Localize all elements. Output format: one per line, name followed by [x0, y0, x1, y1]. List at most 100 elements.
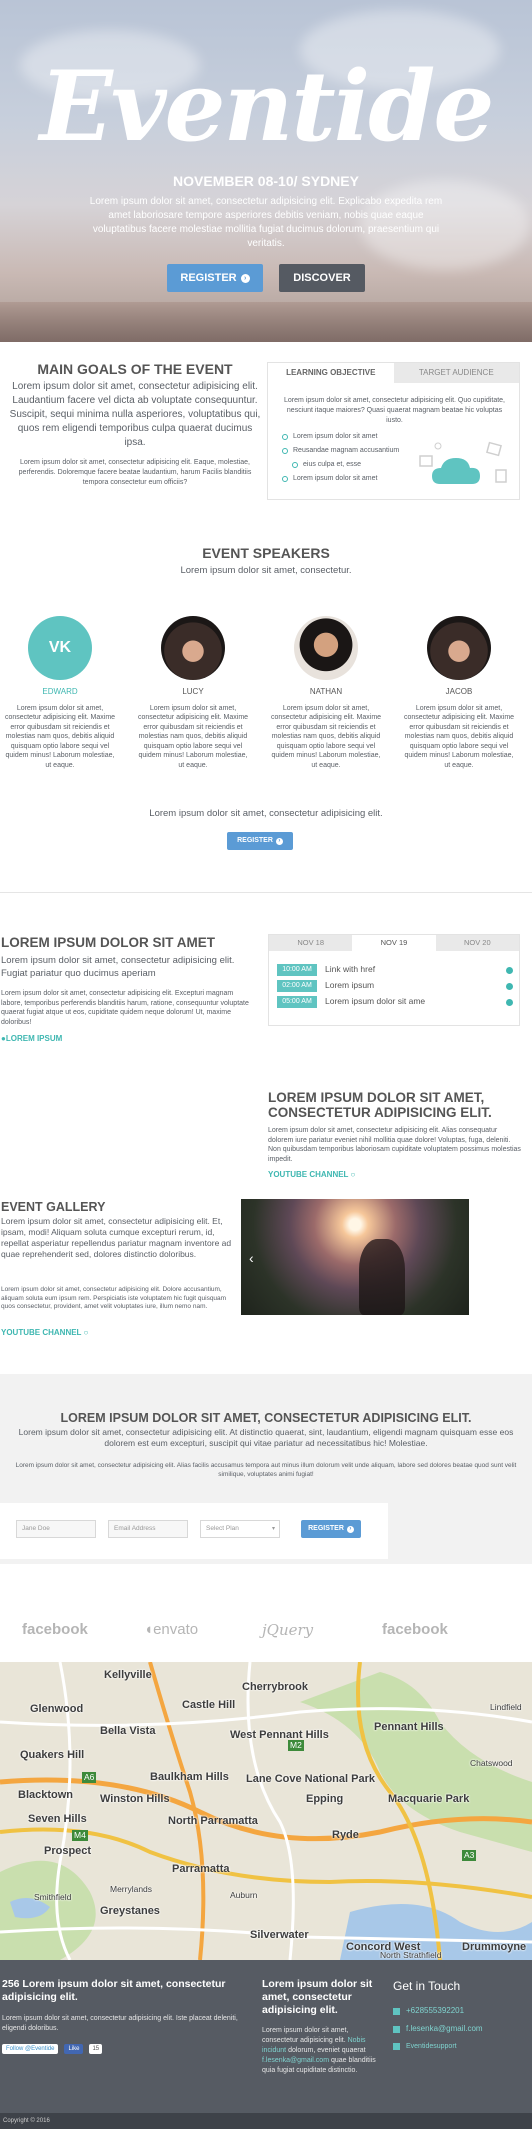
vk-icon: VK	[48, 639, 72, 657]
gallery-slider-image[interactable]: ‹	[241, 1199, 469, 1315]
hero-landscape	[0, 302, 532, 342]
gallery-lead: Lorem ipsum dolor sit amet, consectetur …	[1, 1216, 232, 1259]
envelope-icon	[393, 2025, 400, 2033]
cloud-illustration-icon	[419, 441, 507, 484]
map-label: Smithfield	[34, 1892, 72, 1902]
discover-button[interactable]: DISCOVER	[279, 264, 365, 292]
sponsor-logo[interactable]: ◖envato	[144, 1620, 198, 1640]
schedule-row[interactable]: 10:00 AM Link with href	[277, 963, 513, 977]
schedule-item-title: Lorem ipsum	[325, 980, 375, 991]
circle-bullet-icon	[292, 462, 298, 468]
circle-bullet-icon	[282, 476, 288, 482]
twitter-follow-button[interactable]: Follow @Eventide	[2, 2044, 59, 2055]
youtube-link-label: YOUTUBE CHANNEL	[268, 1170, 349, 1179]
speaker-card[interactable]: JACOB Lorem ipsum dolor sit amet, consec…	[399, 616, 519, 770]
tab-target-audience[interactable]: TARGET AUDIENCE	[393, 363, 519, 383]
location-map[interactable]: Kellyville Cherrybrook Castle Hill Glenw…	[0, 1662, 532, 1960]
speaker-card[interactable]: VK EDWARD Lorem ipsum dolor sit amet, co…	[0, 616, 120, 770]
register-label: REGISTER	[237, 837, 273, 845]
gallery-title: EVENT GALLERY	[1, 1200, 106, 1214]
plan-select[interactable]: Select Plan ▾	[200, 1520, 280, 1538]
map-label: Winston Hills	[100, 1793, 170, 1805]
contact-phone[interactable]: +628555392201	[393, 2006, 464, 2017]
map-label: Quakers Hill	[20, 1749, 85, 1761]
map-label: Epping	[306, 1793, 344, 1805]
speaker-bio: Lorem ipsum dolor sit amet, consectetur …	[270, 704, 382, 769]
speaker-bio: Lorem ipsum dolor sit amet, consectetur …	[4, 704, 116, 769]
road-badge: M2	[288, 1740, 304, 1752]
map-label: Seven Hills	[28, 1813, 87, 1825]
list-item: Lorem ipsum dolor sit amet	[282, 430, 399, 444]
envato-leaf-icon: ◖	[144, 1621, 154, 1638]
sponsor-logo[interactable]: facebook	[382, 1620, 448, 1640]
speaker-card[interactable]: NATHAN Lorem ipsum dolor sit amet, conse…	[266, 616, 386, 770]
schedule-row[interactable]: 05:00 AM Lorem ipsum dolor sit ame	[277, 995, 513, 1009]
registration-small-text: Lorem ipsum dolor sit amet, consectetur …	[15, 1462, 517, 1478]
speakers-title: EVENT SPEAKERS	[202, 545, 330, 561]
tab-nov-19[interactable]: NOV 19	[352, 935, 436, 951]
speaker-name[interactable]: NATHAN	[266, 687, 386, 698]
avatar	[161, 616, 225, 680]
map-label: North Strathfield	[380, 1950, 442, 1960]
sponsor-logo[interactable]: facebook	[22, 1620, 88, 1640]
register-button[interactable]: REGISTER ›	[167, 264, 263, 292]
expand-icon[interactable]	[506, 998, 513, 1006]
copyright-bar: Copyright © 2016	[0, 2113, 532, 2129]
contact-email-text: f.lesenka@gmail.com	[406, 2024, 483, 2033]
goals-tab-panel: LEARNING OBJECTIVE TARGET AUDIENCE Lorem…	[267, 362, 520, 500]
map-label: Castle Hill	[182, 1699, 236, 1711]
facebook-like-button[interactable]: Like	[64, 2044, 84, 2055]
map-label: Lane Cove National Park	[246, 1773, 375, 1785]
map-label: Greystanes	[100, 1905, 160, 1917]
skype-icon	[393, 2043, 400, 2051]
footer-col1-text: Lorem ipsum dolor sit amet, consectetur …	[2, 2015, 238, 2032]
chevron-down-icon: ▾	[271, 1525, 275, 1532]
registration-lead: Lorem ipsum dolor sit amet, consectetur …	[18, 1427, 514, 1448]
like-count: 15	[89, 2044, 103, 2055]
register-label: REGISTER	[308, 1525, 344, 1533]
contact-email[interactable]: f.lesenka@gmail.com	[393, 2024, 483, 2035]
map-label: Chatswood	[470, 1758, 513, 1768]
speaker-name[interactable]: JACOB	[399, 687, 519, 698]
tab-nov-20[interactable]: NOV 20	[435, 935, 519, 951]
schedule-item-title: Link with href	[325, 964, 376, 975]
contact-skype[interactable]: Eventidesupport	[393, 2042, 457, 2051]
tab-learning-objective[interactable]: LEARNING OBJECTIVE	[268, 363, 394, 383]
map-label: North Parramatta	[168, 1815, 258, 1827]
speaker-card[interactable]: LUCY Lorem ipsum dolor sit amet, consect…	[133, 616, 253, 770]
chevron-left-icon[interactable]: ‹	[249, 1249, 254, 1268]
speaker-name[interactable]: LUCY	[133, 687, 253, 698]
time-badge: 02:00 AM	[277, 980, 317, 992]
gallery-youtube-link[interactable]: YOUTUBE CHANNEL ○	[1, 1328, 88, 1339]
circle-bullet-icon	[282, 448, 288, 454]
tab-nov-18[interactable]: NOV 18	[269, 935, 353, 951]
speaker-name[interactable]: EDWARD	[0, 687, 120, 698]
expand-icon[interactable]	[506, 982, 513, 990]
speakers-register-button[interactable]: REGISTER ›	[227, 832, 293, 850]
site-footer: 256 Lorem ipsum dolor sit amet, consecte…	[0, 1960, 532, 2113]
schedule-item-title: Lorem ipsum dolor sit ame	[325, 996, 426, 1007]
map-label: Macquarie Park	[388, 1793, 470, 1805]
form-register-button[interactable]: REGISTER ›	[301, 1520, 361, 1538]
expand-icon[interactable]	[506, 966, 513, 974]
youtube-text: Lorem ipsum dolor sit amet, consectetur …	[268, 1127, 521, 1163]
map-label: Ryde	[332, 1829, 359, 1841]
youtube-title: LOREM IPSUM DOLOR SIT AMET, CONSECTETUR …	[268, 1090, 492, 1120]
circle-arrow-icon: ○	[83, 1328, 89, 1337]
schedule-link[interactable]: ●LOREM IPSUM	[1, 1034, 62, 1045]
schedule-lead: Lorem ipsum dolor sit amet, consectetur …	[1, 955, 235, 979]
hero-section: Eventide NOVEMBER 08-10/ SYDNEY Lorem ip…	[0, 0, 532, 342]
footer-email-link[interactable]: f.lesenka@gmail.com	[262, 2057, 329, 2064]
youtube-channel-link[interactable]: YOUTUBE CHANNEL ○	[268, 1170, 355, 1181]
list-item: eius culpa et, esse	[282, 458, 399, 472]
arrow-right-icon: ›	[240, 273, 250, 283]
goals-small-text: Lorem ipsum dolor sit amet, consectetur …	[18, 459, 252, 486]
sponsor-logo[interactable]: jQuery	[262, 1620, 313, 1640]
name-field[interactable]: Jane Doe	[16, 1520, 96, 1538]
photo-subject	[359, 1239, 405, 1315]
site-logo[interactable]: Eventide	[0, 52, 532, 162]
schedule-row[interactable]: 02:00 AM Lorem ipsum	[277, 979, 513, 993]
map-label: Glenwood	[30, 1703, 84, 1715]
road-badge: A6	[82, 1772, 97, 1784]
email-field[interactable]: Email Address	[108, 1520, 188, 1538]
